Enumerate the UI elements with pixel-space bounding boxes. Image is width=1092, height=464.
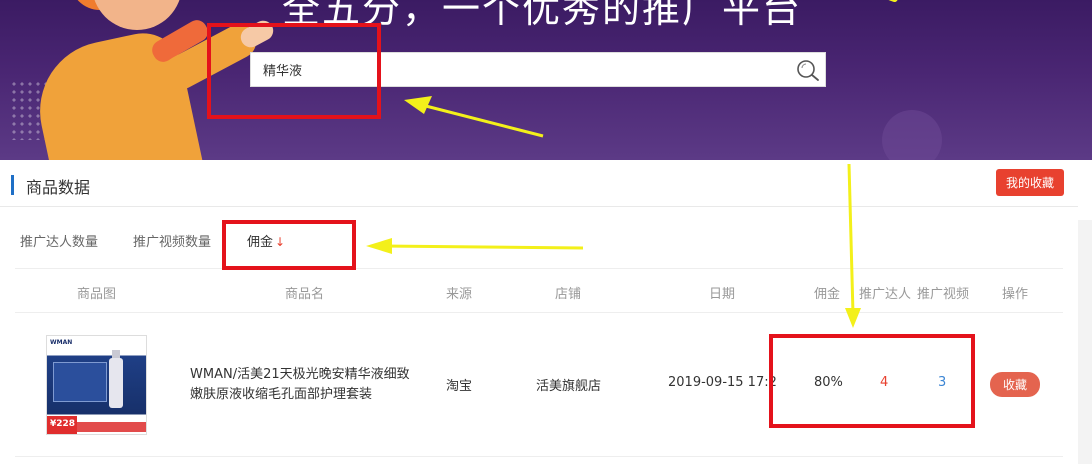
product-shop: 活美旗舰店 xyxy=(536,379,602,394)
col-header-name: 商品名 xyxy=(285,287,325,302)
product-image-price: ¥228 xyxy=(50,419,76,429)
product-name[interactable]: WMAN/活美21天极光晚安精华液细致嫩肤原液收缩毛孔面部护理套装 xyxy=(190,365,415,405)
favorite-button[interactable]: 收藏 xyxy=(990,372,1040,397)
product-promo-strip xyxy=(77,422,146,432)
divider xyxy=(0,206,1078,207)
product-source: 淘宝 xyxy=(446,379,473,394)
section-accent-bar xyxy=(11,175,14,195)
annotation-box-search xyxy=(207,23,381,119)
tab-video-count[interactable]: 推广视频数量 xyxy=(133,231,211,250)
top-banner: 全五分，一个优秀的推广平台 xyxy=(0,0,1092,160)
divider xyxy=(15,268,1063,269)
section-title: 商品数据 xyxy=(26,178,91,197)
col-header-action: 操作 xyxy=(1002,287,1029,302)
annotation-box-commission-tab xyxy=(222,220,356,270)
col-header-commission: 佣金 xyxy=(814,287,841,302)
col-header-promoters: 推广达人 xyxy=(859,287,912,302)
product-box xyxy=(53,362,107,402)
product-image-logo: WMAN xyxy=(50,339,73,346)
col-header-image: 商品图 xyxy=(77,287,117,302)
divider xyxy=(15,312,1063,313)
col-header-shop: 店铺 xyxy=(555,287,582,302)
decorative-circle xyxy=(882,110,942,160)
divider xyxy=(15,456,1063,457)
product-bottle xyxy=(109,358,123,408)
page-edge xyxy=(1078,220,1092,464)
product-image[interactable]: WMAN ¥228 xyxy=(46,335,147,435)
annotation-yellow-mark xyxy=(879,0,899,3)
annotation-box-stats xyxy=(769,334,975,428)
col-header-videos: 推广视频 xyxy=(917,287,970,302)
col-header-source: 来源 xyxy=(446,287,473,302)
my-favorites-button[interactable]: 我的收藏 xyxy=(996,169,1064,196)
product-date: 2019-09-15 17:2 xyxy=(668,375,777,390)
illustration-head xyxy=(92,0,182,30)
tab-promoter-count[interactable]: 推广达人数量 xyxy=(20,231,98,250)
col-header-date: 日期 xyxy=(709,287,736,302)
search-icon[interactable] xyxy=(795,58,821,82)
